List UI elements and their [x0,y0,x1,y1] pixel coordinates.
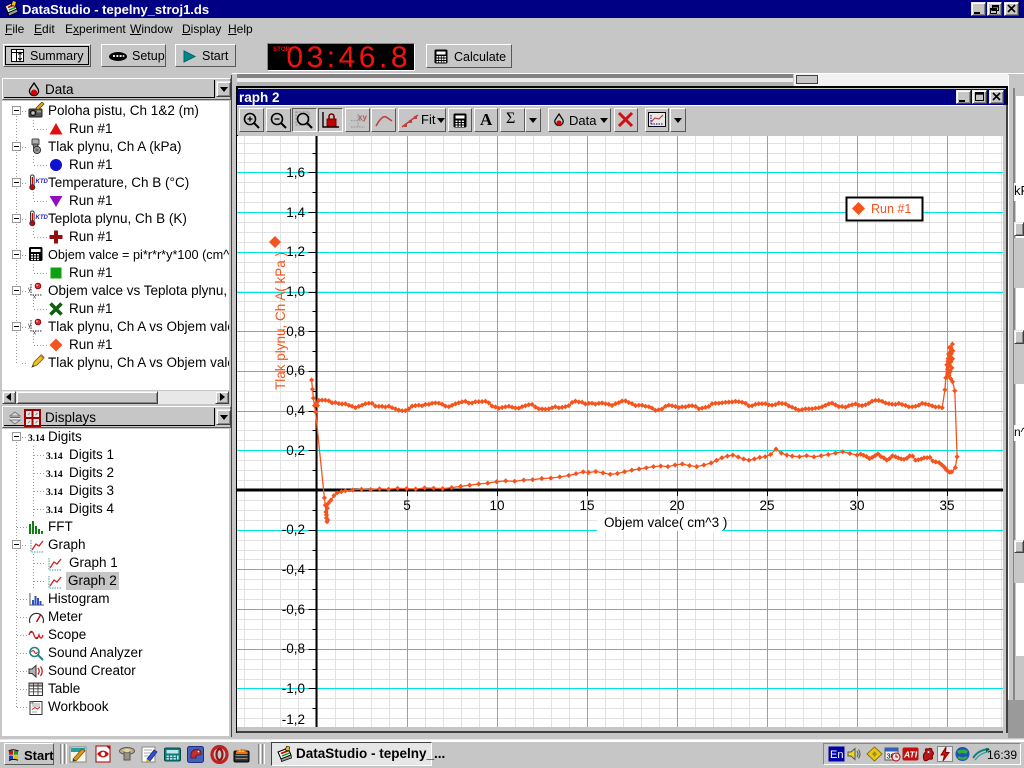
svg-text:3.14: 3.14 [46,452,63,461]
svg-text:-1,2: -1,2 [282,712,305,727]
svg-text:-0,4: -0,4 [282,562,306,577]
svg-text:0,8: 0,8 [286,324,305,339]
svg-text:y: y [28,323,31,329]
svg-text:0,4: 0,4 [286,403,305,418]
svg-text:1,4: 1,4 [286,205,305,220]
svg-text:25: 25 [759,498,774,513]
svg-text:-0,2: -0,2 [282,522,305,537]
svg-text:xy: xy [358,113,367,122]
svg-text:0,2: 0,2 [286,443,305,458]
svg-text:3.14: 3.14 [28,434,45,443]
svg-text:35: 35 [939,498,954,513]
svg-text:3.14: 3.14 [46,506,63,515]
svg-text:10: 10 [489,498,504,513]
svg-text:20: 20 [669,498,684,513]
svg-text:Run #1: Run #1 [871,202,911,216]
svg-text:0,6: 0,6 [286,363,305,378]
svg-text:1,0: 1,0 [286,284,305,299]
svg-text:1,6: 1,6 [286,165,305,180]
svg-text:3.14: 3.14 [46,470,63,479]
svg-text:En: En [830,749,843,761]
svg-text:Tlak plynu, Ch A( kPa ): Tlak plynu, Ch A( kPa ) [273,252,288,390]
svg-text:-1,0: -1,0 [282,681,305,696]
svg-text:x: x [33,331,36,336]
svg-text:-0,8: -0,8 [282,641,305,656]
svg-text:5: 5 [403,498,411,513]
svg-text:x: x [33,295,36,300]
svg-text:3.14: 3.14 [46,488,63,497]
svg-text:Objem valce( cm^3 ): Objem valce( cm^3 ) [604,515,727,530]
svg-text:-0,6: -0,6 [282,602,305,617]
svg-text:KTD: KTD [36,215,49,221]
svg-text:1,2: 1,2 [286,244,305,259]
svg-text:15: 15 [579,498,594,513]
svg-text:KTD: KTD [36,179,49,185]
svg-text:y: y [28,287,31,293]
svg-text:ATI: ATI [903,750,918,760]
svg-text:30: 30 [849,498,864,513]
